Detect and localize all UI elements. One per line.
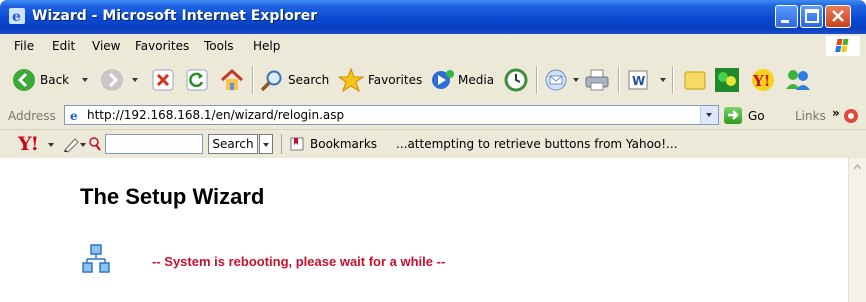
chevron-down-icon (263, 143, 269, 147)
minimize-button[interactable] (775, 5, 798, 28)
network-icon (82, 244, 110, 273)
pencil-icon[interactable] (62, 135, 80, 153)
svg-text:W: W (632, 74, 645, 88)
search-button[interactable]: Search (260, 58, 330, 102)
folder-icon[interactable] (684, 69, 706, 91)
title-bar: e Wizard - Microsoft Internet Explorer (0, 0, 866, 34)
stop-icon[interactable] (152, 69, 174, 91)
yahoo-search-button[interactable]: Search (208, 134, 258, 154)
go-arrow-icon (724, 107, 742, 124)
word-icon[interactable]: W (628, 70, 648, 90)
standard-toolbar: Back Search Favorites Media W Y! (0, 58, 866, 103)
messenger-icon[interactable]: Y! (750, 67, 776, 93)
ie-logo-icon: e (9, 8, 25, 25)
search-icon (260, 70, 282, 92)
messenger-small-icon[interactable] (843, 107, 861, 125)
toolbar-separator (672, 66, 674, 94)
menu-bar: File Edit View Favorites Tools Help (0, 34, 866, 59)
go-label: Go (748, 109, 765, 123)
yahoo-logo[interactable]: Y! (18, 133, 39, 155)
history-icon[interactable] (504, 68, 528, 92)
menu-view[interactable]: View (92, 39, 120, 53)
refresh-icon[interactable] (186, 69, 208, 91)
bookmarks-button[interactable]: Bookmarks (310, 137, 377, 151)
address-bar: Address e http://192.168.168.1/en/wizard… (0, 102, 866, 130)
yahoo-menu-dropdown-icon[interactable] (48, 143, 54, 147)
forward-dropdown-icon[interactable] (132, 78, 138, 82)
msn-buddies-icon[interactable] (784, 67, 812, 93)
yahoo-search-input[interactable] (105, 134, 203, 154)
page-content: The Setup Wizard -- System is rebooting,… (0, 158, 866, 302)
back-button[interactable]: Back (12, 58, 92, 102)
yahoo-toolbar: Y! Search Bookmarks ...attempting to ret… (0, 130, 866, 159)
chevron-down-icon (706, 113, 712, 117)
pencil-dropdown-icon[interactable] (80, 143, 86, 147)
maximize-icon (805, 9, 819, 23)
scroll-up-button[interactable] (850, 159, 865, 176)
print-icon[interactable] (584, 68, 610, 92)
favorites-label: Favorites (368, 73, 423, 87)
address-label: Address (8, 109, 56, 123)
address-dropdown-button[interactable] (700, 106, 718, 124)
yahoo-status-text: ...attempting to retrieve buttons from Y… (396, 137, 678, 151)
maximize-button[interactable] (800, 5, 823, 28)
address-input[interactable]: e http://192.168.168.1/en/wizard/relogin… (64, 105, 719, 125)
links-button[interactable]: Links (795, 109, 826, 123)
media-label: Media (458, 73, 495, 87)
favorites-button[interactable]: Favorites (338, 58, 424, 102)
menu-edit[interactable]: Edit (52, 39, 75, 53)
menu-tools[interactable]: Tools (204, 39, 234, 53)
app-pro-icon[interactable] (714, 67, 740, 93)
svg-text:e: e (12, 9, 21, 25)
home-icon[interactable] (219, 68, 245, 92)
back-label: Back (40, 73, 70, 87)
toolbar-separator (536, 66, 538, 94)
page-ie-icon: e (68, 108, 82, 122)
go-button[interactable]: Go (724, 106, 784, 126)
chevron-up-icon (853, 163, 862, 170)
media-button[interactable]: Media (430, 58, 496, 102)
menu-help[interactable]: Help (253, 39, 280, 53)
favorites-star-icon (338, 67, 364, 93)
toolbar-separator (618, 66, 620, 94)
word-dropdown-icon[interactable] (660, 78, 666, 82)
media-icon (432, 70, 454, 89)
menu-file[interactable]: File (14, 39, 34, 53)
menu-favorites[interactable]: Favorites (135, 39, 189, 53)
back-dropdown-icon[interactable] (82, 78, 88, 82)
window-title: Wizard - Microsoft Internet Explorer (32, 8, 318, 24)
yahoo-search-icon (89, 137, 101, 151)
page-title: The Setup Wizard (80, 184, 265, 209)
forward-button[interactable] (100, 58, 146, 102)
mail-icon[interactable] (544, 68, 570, 92)
back-icon (13, 69, 35, 91)
mail-dropdown-icon[interactable] (573, 78, 579, 82)
bookmarks-icon[interactable] (290, 136, 306, 152)
search-label: Search (288, 73, 330, 87)
close-icon (832, 10, 844, 22)
vertical-scrollbar[interactable] (848, 158, 866, 302)
forward-icon (101, 69, 123, 91)
svg-text:e: e (70, 109, 78, 122)
close-button[interactable] (825, 5, 851, 28)
windows-flag-icon (826, 36, 860, 56)
address-url: http://192.168.168.1/en/wizard/relogin.a… (87, 108, 345, 122)
yahoo-search-dropdown[interactable] (259, 134, 273, 154)
toolbar-separator (252, 66, 254, 94)
chevron-more-icon[interactable]: » (832, 106, 840, 120)
reboot-status-message: -- System is rebooting, please wait for … (152, 254, 446, 269)
minimize-icon (781, 20, 789, 23)
svg-text:Y!: Y! (752, 72, 770, 90)
yahoo-separator (281, 134, 282, 154)
